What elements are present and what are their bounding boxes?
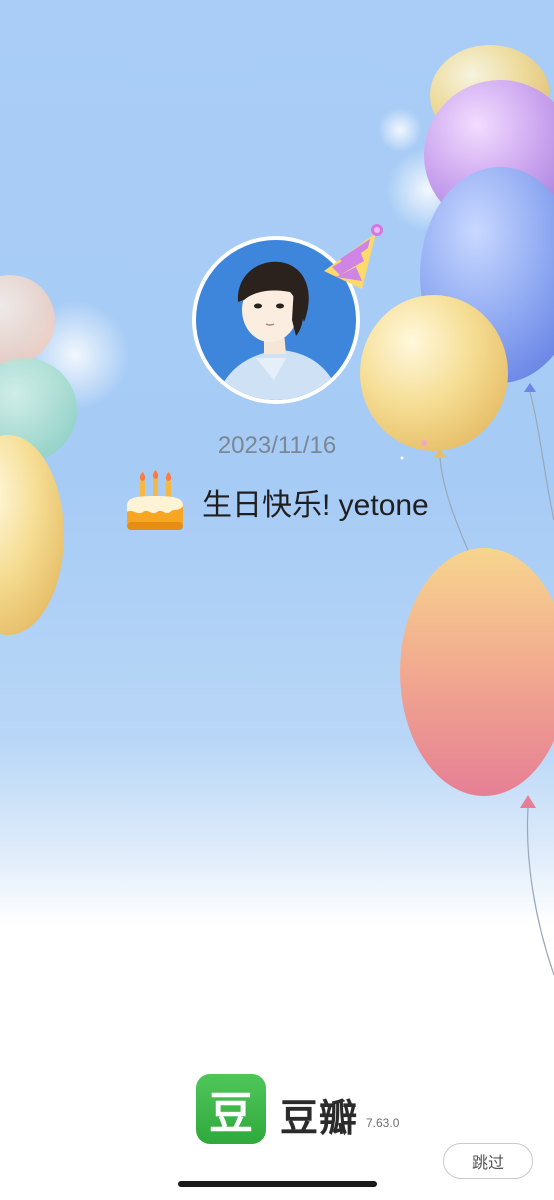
birthday-cake-icon [127, 470, 183, 530]
skip-button[interactable]: 跳过 [443, 1143, 533, 1179]
birthday-date: 2023/11/16 [217, 432, 337, 459]
app-version: 7.63.0 [366, 1116, 400, 1130]
app-name: 豆瓣 [280, 1098, 359, 1140]
greeting-text: 生日快乐! yetone [202, 489, 429, 522]
party-hat-icon [324, 224, 383, 289]
balloon-yellow-mid [360, 295, 508, 451]
birthday-splash-screen: 2023/11/16 生日快乐! yetone 豆 豆瓣 7.63.0 跳过 [0, 0, 554, 1200]
balloon-yellow-left [0, 435, 64, 635]
birthday-greeting: 生日快乐! yetone [124, 470, 429, 534]
bokeh-circle [378, 108, 422, 152]
home-indicator[interactable] [178, 1181, 377, 1187]
balloon-pink [400, 548, 554, 796]
balloons-background [0, 45, 554, 976]
douban-logo: 豆 [196, 1074, 266, 1144]
